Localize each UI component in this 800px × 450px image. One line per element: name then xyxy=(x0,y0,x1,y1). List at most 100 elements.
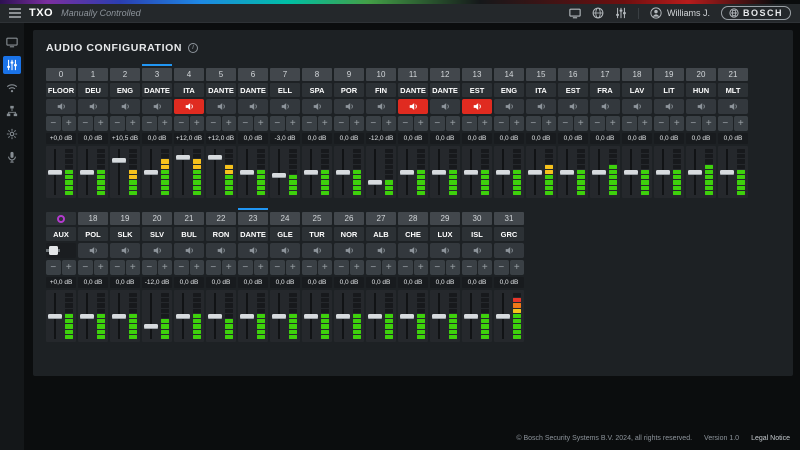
gain-decrease-button[interactable]: − xyxy=(270,116,285,131)
fader-handle[interactable] xyxy=(336,170,350,175)
gain-decrease-button[interactable]: − xyxy=(430,260,445,275)
gain-decrease-button[interactable]: − xyxy=(174,116,189,131)
gain-decrease-button[interactable]: − xyxy=(206,260,221,275)
mute-button[interactable] xyxy=(334,99,364,114)
mute-button[interactable] xyxy=(494,243,524,258)
gain-decrease-button[interactable]: − xyxy=(78,116,93,131)
gain-increase-button[interactable]: + xyxy=(286,260,301,275)
mute-button[interactable] xyxy=(462,99,492,114)
gain-decrease-button[interactable]: − xyxy=(526,116,541,131)
gain-decrease-button[interactable]: − xyxy=(238,260,253,275)
gain-decrease-button[interactable]: − xyxy=(398,116,413,131)
fader-handle[interactable] xyxy=(432,314,446,319)
gain-increase-button[interactable]: + xyxy=(318,260,333,275)
gain-increase-button[interactable]: + xyxy=(318,116,333,131)
gain-increase-button[interactable]: + xyxy=(510,116,525,131)
fader-handle[interactable] xyxy=(496,314,510,319)
gain-increase-button[interactable]: + xyxy=(190,260,205,275)
fader-handle[interactable] xyxy=(80,314,94,319)
gain-decrease-button[interactable]: − xyxy=(302,116,317,131)
fader-handle[interactable] xyxy=(368,314,382,319)
gain-decrease-button[interactable]: − xyxy=(366,260,381,275)
fader-handle[interactable] xyxy=(464,170,478,175)
gain-decrease-button[interactable]: − xyxy=(238,116,253,131)
gain-increase-button[interactable]: + xyxy=(638,116,653,131)
fader-handle[interactable] xyxy=(240,170,254,175)
fader-handle[interactable] xyxy=(624,170,638,175)
gain-decrease-button[interactable]: − xyxy=(590,116,605,131)
gain-increase-button[interactable]: + xyxy=(350,116,365,131)
gain-increase-button[interactable]: + xyxy=(286,116,301,131)
user-menu[interactable]: Williams J. xyxy=(650,7,710,19)
globe-icon[interactable] xyxy=(592,7,604,19)
gain-increase-button[interactable]: + xyxy=(158,260,173,275)
gain-decrease-button[interactable]: − xyxy=(494,116,509,131)
mute-button[interactable] xyxy=(558,99,588,114)
gain-increase-button[interactable]: + xyxy=(222,116,237,131)
gain-increase-button[interactable]: + xyxy=(382,260,397,275)
fader-handle[interactable] xyxy=(432,170,446,175)
sidebar-item-network[interactable] xyxy=(3,102,21,120)
fader-handle[interactable] xyxy=(80,170,94,175)
gain-decrease-button[interactable]: − xyxy=(302,260,317,275)
mute-button[interactable] xyxy=(462,243,492,258)
gain-increase-button[interactable]: + xyxy=(62,116,77,131)
gain-increase-button[interactable]: + xyxy=(158,116,173,131)
gain-increase-button[interactable]: + xyxy=(190,116,205,131)
gain-decrease-button[interactable]: − xyxy=(334,116,349,131)
gain-increase-button[interactable]: + xyxy=(734,116,749,131)
mute-button[interactable] xyxy=(430,243,460,258)
gain-increase-button[interactable]: + xyxy=(510,260,525,275)
fader-handle[interactable] xyxy=(208,314,222,319)
mute-button[interactable] xyxy=(430,99,460,114)
gain-increase-button[interactable]: + xyxy=(414,116,429,131)
mute-button[interactable] xyxy=(366,99,396,114)
sidebar-item-wifi[interactable] xyxy=(3,79,21,97)
fader-handle[interactable] xyxy=(272,173,286,178)
fader-handle[interactable] xyxy=(176,155,190,160)
mute-button[interactable] xyxy=(398,99,428,114)
gain-increase-button[interactable]: + xyxy=(446,116,461,131)
aux-mini-slider[interactable] xyxy=(46,243,76,258)
sidebar-item-settings[interactable] xyxy=(3,125,21,143)
gain-decrease-button[interactable]: − xyxy=(462,116,477,131)
gain-decrease-button[interactable]: − xyxy=(174,260,189,275)
mute-button[interactable] xyxy=(110,243,140,258)
sidebar-item-dashboard[interactable] xyxy=(3,33,21,51)
mute-button[interactable] xyxy=(718,99,748,114)
fader-handle[interactable] xyxy=(272,314,286,319)
info-icon[interactable]: i xyxy=(188,43,198,53)
gain-decrease-button[interactable]: − xyxy=(46,116,61,131)
gain-decrease-button[interactable]: − xyxy=(110,260,125,275)
gain-increase-button[interactable]: + xyxy=(606,116,621,131)
mute-button[interactable] xyxy=(174,99,204,114)
fader-handle[interactable] xyxy=(240,314,254,319)
gain-decrease-button[interactable]: − xyxy=(686,116,701,131)
fader-handle[interactable] xyxy=(336,314,350,319)
gain-increase-button[interactable]: + xyxy=(478,116,493,131)
gain-increase-button[interactable]: + xyxy=(126,116,141,131)
fader-handle[interactable] xyxy=(528,170,542,175)
gain-decrease-button[interactable]: − xyxy=(142,260,157,275)
mute-button[interactable] xyxy=(398,243,428,258)
fader-handle[interactable] xyxy=(400,314,414,319)
sidebar-item-interpreter[interactable] xyxy=(3,148,21,166)
gain-decrease-button[interactable]: − xyxy=(622,116,637,131)
gain-decrease-button[interactable]: − xyxy=(334,260,349,275)
fader-handle[interactable] xyxy=(304,314,318,319)
fader-handle[interactable] xyxy=(112,314,126,319)
mute-button[interactable] xyxy=(174,243,204,258)
gain-decrease-button[interactable]: − xyxy=(654,116,669,131)
gain-decrease-button[interactable]: − xyxy=(430,116,445,131)
mute-button[interactable] xyxy=(238,99,268,114)
mute-button[interactable] xyxy=(494,99,524,114)
aux-slider-knob[interactable] xyxy=(49,246,58,255)
mute-button[interactable] xyxy=(238,243,268,258)
fader-handle[interactable] xyxy=(176,314,190,319)
fader-handle[interactable] xyxy=(720,170,734,175)
mute-button[interactable] xyxy=(78,243,108,258)
gain-increase-button[interactable]: + xyxy=(542,116,557,131)
fader-handle[interactable] xyxy=(400,170,414,175)
mute-button[interactable] xyxy=(334,243,364,258)
mute-button[interactable] xyxy=(206,99,236,114)
